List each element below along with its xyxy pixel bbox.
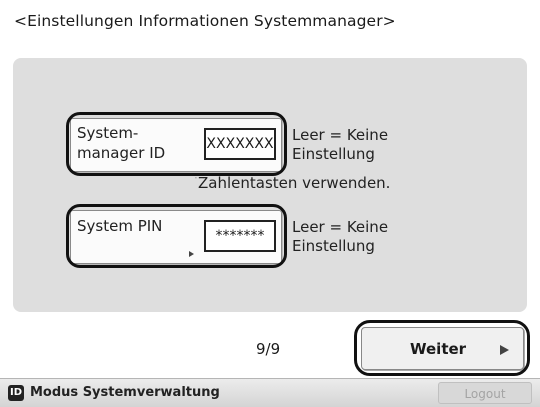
mode-label: Modus Systemverwaltung xyxy=(30,385,220,400)
system-pin-label: System PIN xyxy=(77,217,163,235)
status-bar: ID Modus Systemverwaltung Logout xyxy=(0,378,540,407)
system-manager-id-value[interactable]: XXXXXXX xyxy=(204,128,276,160)
settings-screen: <Einstellungen Informationen Systemmanag… xyxy=(0,0,540,407)
system-management-icon: ID xyxy=(8,385,24,401)
numeric-keys-note: Zahlentasten verwenden. xyxy=(198,174,391,192)
system-manager-id-hint-line2: Einstellung xyxy=(292,145,375,163)
system-pin-value[interactable]: ******* xyxy=(204,220,276,252)
next-button-label: Weiter xyxy=(410,340,467,358)
system-manager-id-hint-line1: Leer = Keine xyxy=(292,126,389,144)
screen-title: <Einstellungen Informationen Systemmanag… xyxy=(14,12,396,30)
page-counter: 9/9 xyxy=(256,340,281,358)
system-manager-id-label-line2: manager ID xyxy=(77,144,166,162)
arrow-right-icon xyxy=(500,345,509,355)
system-pin-hint-line2: Einstellung xyxy=(292,237,375,255)
system-pin-hint-line1: Leer = Keine xyxy=(292,218,389,236)
logout-button[interactable]: Logout xyxy=(438,382,532,404)
next-button[interactable]: Weiter xyxy=(361,327,524,370)
system-manager-id-label-line1: System- xyxy=(77,124,139,142)
expand-arrow-icon xyxy=(189,251,194,257)
